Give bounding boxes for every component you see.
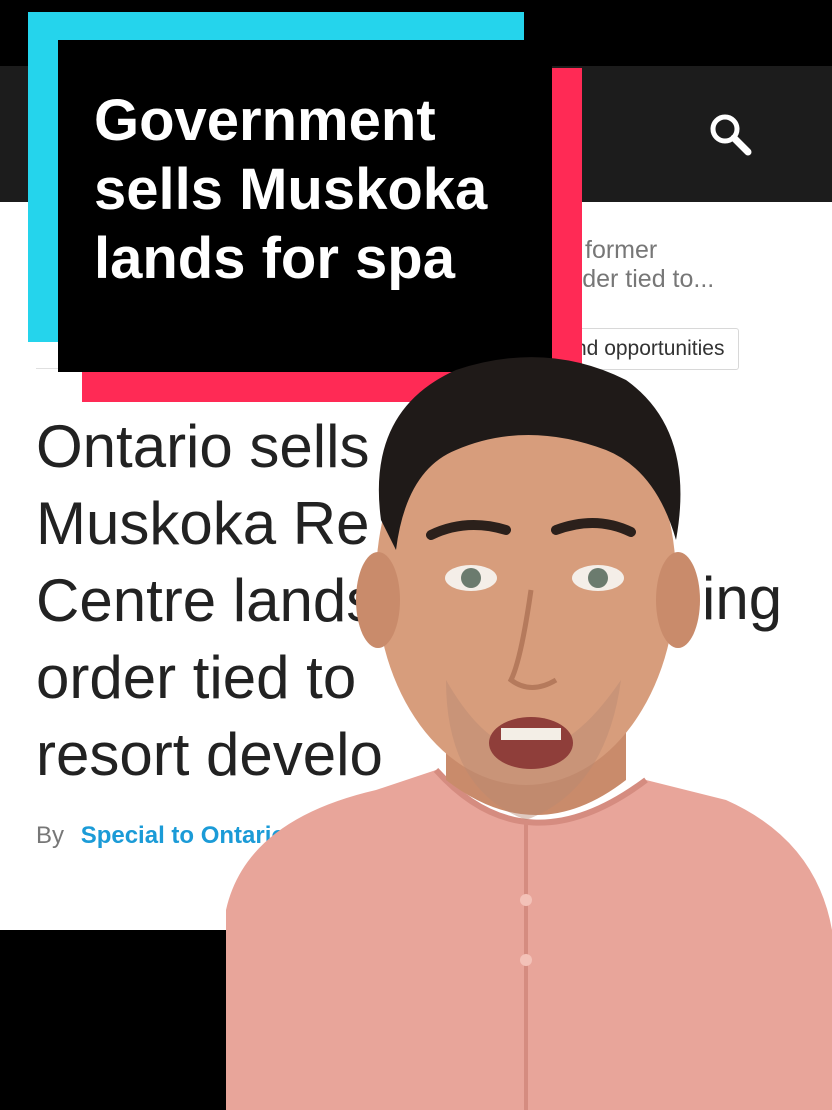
- video-title-line-3: lands for spa: [94, 226, 455, 291]
- search-button[interactable]: [700, 104, 760, 164]
- related-snippet-line-1: ls former: [560, 236, 658, 264]
- search-icon: [710, 114, 752, 156]
- video-title-line-1: Government: [94, 88, 436, 153]
- video-title: Government sells Muskoka lands for spa: [94, 86, 552, 293]
- presenter-photo: [226, 357, 832, 1110]
- video-title-card: Government sells Muskoka lands for spa: [58, 40, 552, 372]
- related-snippet-line-2: order tied to...: [560, 265, 715, 293]
- byline-prefix: By: [36, 822, 65, 849]
- related-article-snippet[interactable]: ls former order tied to...: [560, 236, 830, 294]
- video-title-line-2: sells Muskoka: [94, 157, 488, 222]
